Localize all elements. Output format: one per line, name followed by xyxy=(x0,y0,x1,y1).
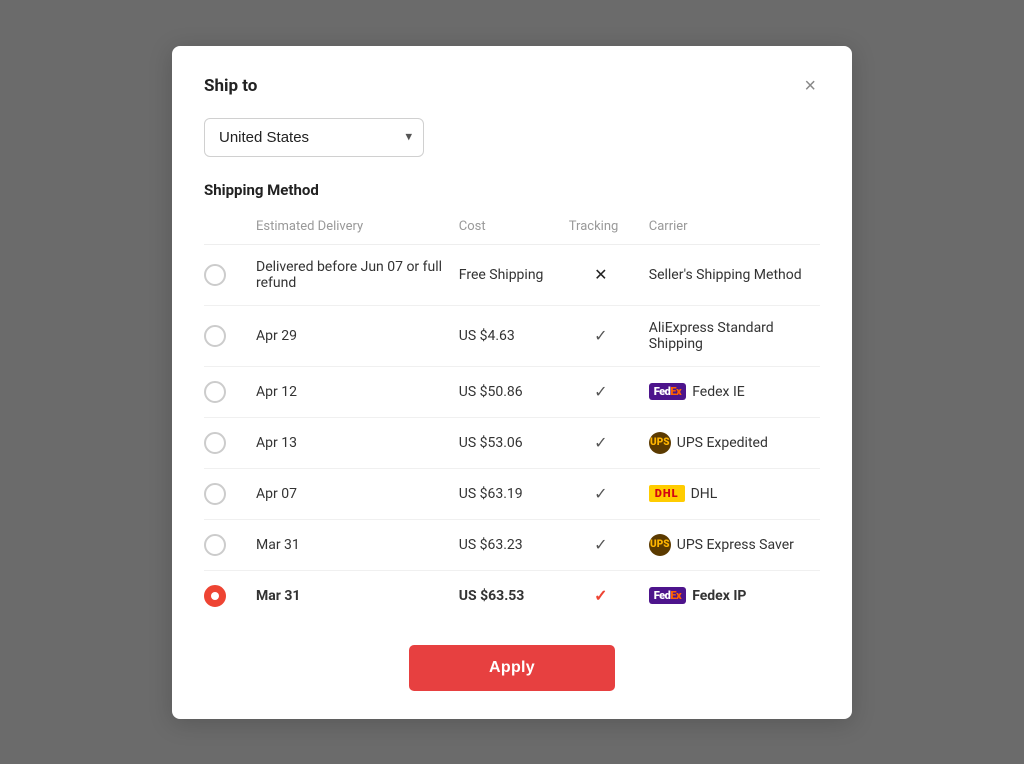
dhl-badge-icon: DHL xyxy=(649,485,685,502)
estimated-delivery: Mar 31 xyxy=(248,519,451,570)
fedex-logo: FedEx Fedex IE xyxy=(649,383,745,400)
radio-button[interactable] xyxy=(204,585,226,607)
modal-title: Ship to xyxy=(204,76,257,96)
tracking-check-icon: ✓ xyxy=(594,433,607,452)
col-radio-header xyxy=(204,213,248,245)
tracking-indicator: ✓ xyxy=(561,519,641,570)
ups-logo: UPS UPS Express Saver xyxy=(649,534,794,556)
col-delivery-header: Estimated Delivery xyxy=(248,213,451,245)
apply-button[interactable]: Apply xyxy=(409,645,615,691)
shipping-cost: US $53.06 xyxy=(451,417,561,468)
fedex-logo: FedEx Fedex IP xyxy=(649,587,747,604)
carrier-name: Seller's Shipping Method xyxy=(641,244,820,305)
radio-button[interactable] xyxy=(204,381,226,403)
carrier-label: Fedex IE xyxy=(692,384,745,400)
country-select-wrapper: United States United Kingdom Canada Aust… xyxy=(204,118,424,157)
modal-header: Ship to × xyxy=(204,74,820,98)
radio-button[interactable] xyxy=(204,264,226,286)
table-row[interactable]: Apr 29US $4.63 ✓ AliExpress Standard Shipp… xyxy=(204,305,820,366)
fedex-badge-icon: FedEx xyxy=(649,383,686,400)
col-cost-header: Cost xyxy=(451,213,561,245)
estimated-delivery: Apr 13 xyxy=(248,417,451,468)
shipping-method-title: Shipping Method xyxy=(204,181,820,199)
dhl-logo: DHL DHL xyxy=(649,485,718,502)
table-row[interactable]: Mar 31US $63.53 ✓ FedEx Fedex IP xyxy=(204,570,820,621)
ups-logo: UPS UPS Expedited xyxy=(649,432,768,454)
radio-button[interactable] xyxy=(204,534,226,556)
estimated-delivery: Apr 07 xyxy=(248,468,451,519)
carrier-name: AliExpress Standard Shipping xyxy=(641,305,820,366)
ups-badge-icon: UPS xyxy=(649,534,671,556)
carrier-label: DHL xyxy=(691,486,718,502)
close-button[interactable]: × xyxy=(800,74,820,98)
shipping-cost: Free Shipping xyxy=(451,244,561,305)
col-carrier-header: Carrier xyxy=(641,213,820,245)
carrier-name: FedEx Fedex IE xyxy=(641,366,820,417)
tracking-indicator: ✕ xyxy=(561,244,641,305)
tracking-indicator: ✓ xyxy=(561,570,641,621)
shipping-cost: US $4.63 xyxy=(451,305,561,366)
carrier-name: FedEx Fedex IP xyxy=(641,570,820,621)
carrier-name: DHL DHL xyxy=(641,468,820,519)
tracking-indicator: ✓ xyxy=(561,468,641,519)
country-select[interactable]: United States United Kingdom Canada Aust… xyxy=(204,118,424,157)
estimated-delivery: Apr 29 xyxy=(248,305,451,366)
radio-button[interactable] xyxy=(204,432,226,454)
carrier-label: UPS Express Saver xyxy=(677,537,794,553)
carrier-name: UPS UPS Express Saver xyxy=(641,519,820,570)
carrier-label: Fedex IP xyxy=(692,588,746,604)
shipping-cost: US $50.86 xyxy=(451,366,561,417)
tracking-check-icon: ✓ xyxy=(594,326,607,345)
carrier-label: UPS Expedited xyxy=(677,435,768,451)
estimated-delivery: Mar 31 xyxy=(248,570,451,621)
tracking-indicator: ✓ xyxy=(561,417,641,468)
tracking-indicator: ✓ xyxy=(561,305,641,366)
ship-to-modal: Ship to × United States United Kingdom C… xyxy=(172,46,852,719)
no-tracking-icon: ✕ xyxy=(594,265,607,284)
shipping-methods-table: Estimated Delivery Cost Tracking Carrier… xyxy=(204,213,820,621)
shipping-cost: US $63.53 xyxy=(451,570,561,621)
table-row[interactable]: Apr 12US $50.86 ✓ FedEx Fedex IE xyxy=(204,366,820,417)
shipping-cost: US $63.19 xyxy=(451,468,561,519)
estimated-delivery: Delivered before Jun 07 or full refund xyxy=(248,244,451,305)
tracking-check-icon: ✓ xyxy=(594,535,607,554)
tracking-indicator: ✓ xyxy=(561,366,641,417)
tracking-check-icon: ✓ xyxy=(594,484,607,503)
table-row[interactable]: Mar 31US $63.23 ✓ UPS UPS Express Saver xyxy=(204,519,820,570)
shipping-cost: US $63.23 xyxy=(451,519,561,570)
col-tracking-header: Tracking xyxy=(561,213,641,245)
table-row[interactable]: Delivered before Jun 07 or full refundFr… xyxy=(204,244,820,305)
estimated-delivery: Apr 12 xyxy=(248,366,451,417)
fedex-badge-icon: FedEx xyxy=(649,587,686,604)
radio-button[interactable] xyxy=(204,325,226,347)
carrier-name: UPS UPS Expedited xyxy=(641,417,820,468)
ups-badge-icon: UPS xyxy=(649,432,671,454)
table-row[interactable]: Apr 13US $53.06 ✓ UPS UPS Expedited xyxy=(204,417,820,468)
tracking-check-selected-icon: ✓ xyxy=(594,586,607,605)
table-row[interactable]: Apr 07US $63.19 ✓ DHL DHL xyxy=(204,468,820,519)
radio-button[interactable] xyxy=(204,483,226,505)
apply-area: Apply xyxy=(204,645,820,691)
tracking-check-icon: ✓ xyxy=(594,382,607,401)
